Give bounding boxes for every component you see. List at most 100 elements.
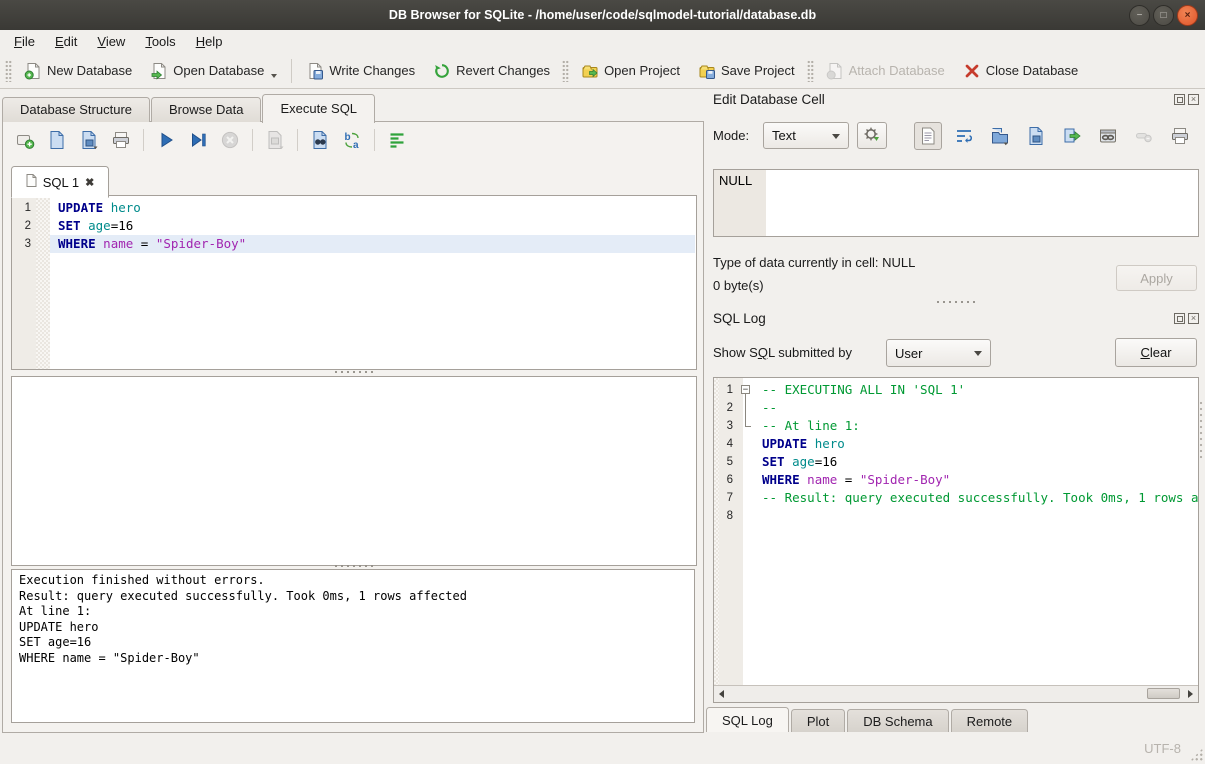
float-dock-icon[interactable] [1174, 94, 1185, 105]
svg-text:a: a [353, 140, 359, 150]
save-sql-file-button[interactable] [78, 129, 100, 151]
tab-browse-data[interactable]: Browse Data [151, 97, 261, 122]
results-grid [11, 376, 697, 566]
close-database-icon [963, 62, 981, 80]
dock-splitter[interactable] [705, 300, 1205, 304]
menu-edit[interactable]: Edit [45, 31, 87, 52]
save-file-button[interactable] [1022, 122, 1050, 150]
code-line: 6WHERE name = "Spider-Boy" [714, 471, 1197, 489]
code-line: 2-- [714, 399, 1197, 417]
close-database-button[interactable]: Close Database [954, 58, 1088, 84]
format-sql-button[interactable] [386, 129, 408, 151]
scrollbar-thumb[interactable] [1147, 688, 1180, 699]
code-text: SET age=16 [762, 453, 1197, 471]
dock-resize-handle[interactable] [1199, 400, 1203, 460]
menu-tools[interactable]: Tools [135, 31, 185, 52]
cell-editor-toolbar [914, 122, 1194, 150]
execute-current-line-button[interactable] [187, 129, 209, 151]
toolbar-button-label: Write Changes [329, 63, 415, 78]
main-tab-bar: Database StructureBrowse DataExecute SQL [2, 92, 375, 122]
text-mode-button[interactable] [914, 122, 942, 150]
dock-tab-sql-log[interactable]: SQL Log [706, 707, 789, 735]
code-line: 3WHERE name = "Spider-Boy" [12, 235, 695, 253]
mode-select[interactable]: Text [763, 122, 849, 149]
auto-apply-button[interactable] [857, 122, 887, 149]
results-messages-splitter[interactable] [3, 564, 703, 568]
set-null-icon [1134, 126, 1154, 146]
tab-database-structure[interactable]: Database Structure [2, 97, 150, 122]
log-filter-select[interactable]: User [886, 339, 991, 367]
encoding-indicator[interactable]: UTF-8 [1144, 741, 1181, 756]
execute-all-button[interactable] [155, 129, 177, 151]
export-file-icon [1062, 126, 1082, 146]
find-button[interactable] [309, 129, 331, 151]
menu-view[interactable]: View [87, 31, 135, 52]
word-wrap-button[interactable] [950, 122, 978, 150]
line-number: 3 [714, 417, 733, 435]
new-database-button[interactable]: New Database [15, 58, 141, 84]
toolbar-button-label: Revert Changes [456, 63, 550, 78]
toolbar-grip[interactable] [562, 60, 569, 82]
line-number: 5 [714, 453, 733, 471]
sql-log-dock-controls: × [1174, 313, 1199, 324]
scroll-right-icon[interactable] [1183, 687, 1198, 701]
code-text: SET age=16 [58, 217, 695, 235]
open-sql-file-button[interactable] [46, 129, 68, 151]
dropdown-caret-icon[interactable] [271, 74, 277, 78]
float-dock-icon[interactable] [1174, 313, 1185, 324]
minimize-button[interactable]: − [1129, 5, 1150, 26]
close-tab-icon[interactable]: ✖ [85, 176, 94, 189]
print-icon [111, 130, 131, 150]
close-dock-icon[interactable]: × [1188, 313, 1199, 324]
import-file-button[interactable] [986, 122, 1014, 150]
open-database-button[interactable]: Open Database [141, 58, 286, 84]
close-button[interactable]: × [1177, 5, 1198, 26]
resize-grip[interactable] [1190, 748, 1203, 761]
word-wrap-icon [954, 126, 974, 146]
cell-type-info: Type of data currently in cell: NULL [713, 255, 915, 270]
scroll-left-icon[interactable] [714, 687, 729, 701]
line-number: 8 [714, 507, 733, 525]
horizontal-scrollbar[interactable] [714, 685, 1198, 702]
write-changes-button[interactable]: Write Changes [297, 58, 424, 84]
tab-execute-sql[interactable]: Execute SQL [262, 94, 375, 123]
mode-label: Mode: [713, 128, 749, 143]
fold-collapse-icon[interactable]: − [741, 385, 750, 394]
save-project-button[interactable]: Save Project [689, 58, 804, 84]
save-sql-file-icon [79, 130, 99, 150]
window-title: DB Browser for SQLite - /home/user/code/… [389, 8, 816, 22]
line-number: 4 [714, 435, 733, 453]
chevron-down-icon [832, 134, 840, 139]
open-link-button[interactable] [1094, 122, 1122, 150]
status-bar: UTF-8 [0, 732, 1205, 764]
open-project-button[interactable]: Open Project [572, 58, 689, 84]
sql-editor[interactable]: 1UPDATE hero2SET age=163WHERE name = "Sp… [11, 195, 697, 370]
menu-file[interactable]: File [4, 31, 45, 52]
log-filter-label: Show SQL submitted by [713, 345, 852, 360]
close-dock-icon[interactable]: × [1188, 94, 1199, 105]
editor-results-splitter[interactable] [3, 370, 703, 374]
find-replace-button[interactable]: ba [341, 129, 363, 151]
toolbar-grip[interactable] [5, 60, 12, 82]
mode-selected-value: Text [772, 128, 796, 143]
print-button[interactable] [110, 129, 132, 151]
maximize-button[interactable]: □ [1153, 5, 1174, 26]
code-text: -- Result: query executed successfully. … [762, 489, 1197, 507]
log-code: 1−-- EXECUTING ALL IN 'SQL 1'2--3-- At l… [714, 381, 1197, 525]
cell-value-editor[interactable]: NULL [713, 169, 1199, 237]
export-file-button[interactable] [1058, 122, 1086, 150]
line-number: 2 [714, 399, 733, 417]
code-text: UPDATE hero [58, 199, 695, 217]
revert-changes-button[interactable]: Revert Changes [424, 58, 559, 84]
print-cell-button[interactable] [1166, 122, 1194, 150]
sql-editor-tab[interactable]: SQL 1 ✖ [11, 166, 109, 198]
toolbar-separator [252, 129, 253, 151]
sql-log-view[interactable]: 1−-- EXECUTING ALL IN 'SQL 1'2--3-- At l… [714, 378, 1198, 686]
clear-log-button[interactable]: Clear [1115, 338, 1197, 367]
apply-button: Apply [1116, 265, 1197, 291]
toolbar-grip[interactable] [807, 60, 814, 82]
new-tab-button[interactable] [14, 129, 36, 151]
new-tab-icon [15, 130, 35, 150]
menu-help[interactable]: Help [186, 31, 233, 52]
code-line: 4UPDATE hero [714, 435, 1197, 453]
